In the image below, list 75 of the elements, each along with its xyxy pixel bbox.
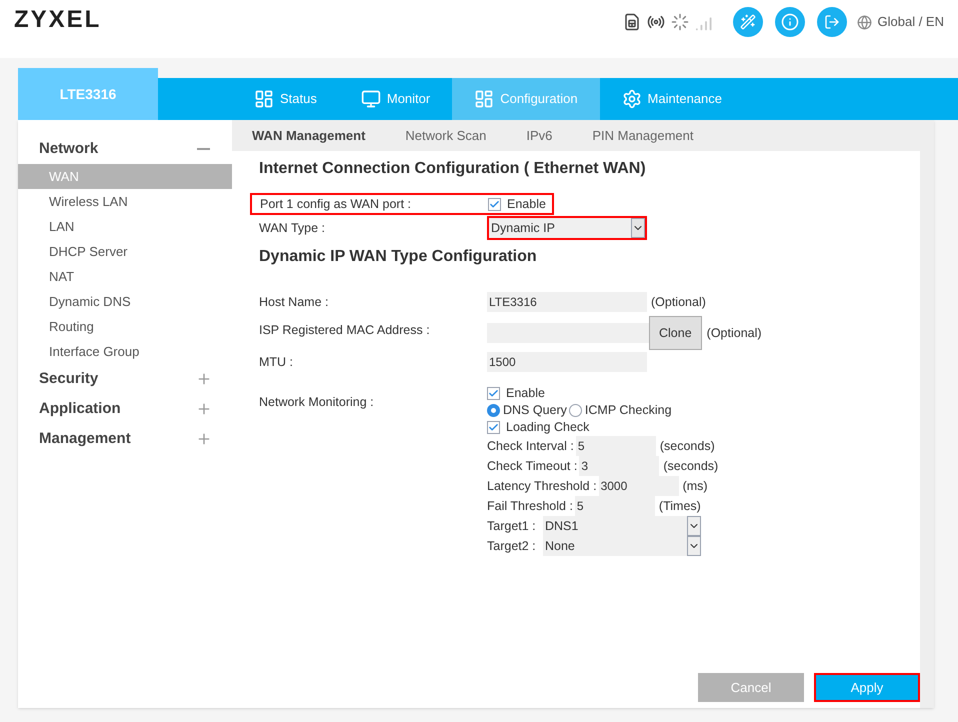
text-field[interactable]: 5 [576, 436, 656, 456]
optional-note: (Optional) [651, 294, 706, 311]
logo: ZYXEL [14, 5, 102, 35]
expand-icon [196, 431, 212, 447]
sidebar-item[interactable]: Routing [18, 314, 232, 339]
section-title: Internet Connection Configuration ( Ethernet WAN) [259, 159, 647, 179]
wizard-button[interactable] [732, 7, 763, 37]
field-label: Check Interval : [487, 438, 574, 455]
signal-tower-icon [646, 13, 665, 31]
target-select[interactable]: DNS1 [543, 516, 701, 536]
radio-label: ICMP Checking [584, 402, 672, 420]
logout-icon [824, 14, 840, 30]
checkbox-label: Loading Check [506, 419, 590, 436]
field-label: Target1 : [487, 518, 537, 535]
sidebar-group[interactable]: Security [18, 364, 232, 394]
text-field[interactable]: LTE3316 [487, 292, 647, 312]
info-button[interactable] [774, 7, 805, 37]
magic-wand-icon [740, 14, 756, 30]
field-label: MTU : [259, 354, 294, 371]
section-title: Dynamic IP WAN Type Configuration [259, 247, 538, 267]
radio-button[interactable] [568, 404, 582, 417]
sidebar-group[interactable]: Management [18, 424, 232, 454]
field-label: Target2 : [487, 538, 537, 555]
clone-button[interactable]: Clone [649, 316, 702, 350]
text-field[interactable]: 3000 [598, 476, 679, 496]
info-icon [780, 13, 799, 31]
text-field[interactable]: 5 [574, 496, 655, 516]
field-label: Fail Threshold : [487, 498, 573, 515]
text-field[interactable]: 1500 [487, 352, 647, 372]
sub-tab[interactable]: PIN Management [592, 126, 694, 146]
field-label: WAN Type : [259, 220, 326, 237]
sidebar-item[interactable]: DHCP Server [18, 239, 232, 264]
globe-icon [856, 14, 872, 30]
target-select[interactable]: None [543, 536, 701, 556]
sub-tab[interactable]: Network Scan [405, 126, 486, 146]
checkbox[interactable] [488, 198, 501, 210]
monitor-icon [360, 89, 381, 109]
sidebar-item[interactable]: Wireless LAN [18, 189, 232, 214]
wan-type-select[interactable]: Dynamic IP [487, 216, 647, 240]
logout-button[interactable] [816, 7, 847, 37]
dashboard-icon [254, 89, 274, 109]
dashboard-icon [474, 89, 494, 109]
sidebar-item[interactable]: Dynamic DNS [18, 289, 232, 314]
checkbox-label: Enable [507, 196, 546, 213]
sidebar-group[interactable]: Application [18, 394, 232, 424]
checkbox[interactable] [487, 387, 500, 400]
field-label: Host Name : [259, 294, 330, 311]
field-label: Latency Threshold : [487, 478, 597, 495]
unit-label: (ms) [682, 478, 708, 495]
radio-button[interactable] [487, 404, 500, 417]
sub-tab[interactable]: IPv6 [526, 126, 552, 146]
field-label: ISP Registered MAC Address : [259, 322, 431, 339]
text-field[interactable]: 3 [579, 456, 660, 476]
language-link[interactable]: Global / EN [878, 12, 944, 32]
optional-note: (Optional) [706, 324, 762, 342]
checkbox[interactable] [487, 421, 500, 434]
loading-icon [670, 13, 689, 31]
field-label: Port 1 config as WAN port : [260, 196, 412, 213]
checkbox-label: Enable [506, 385, 545, 402]
expand-icon [196, 401, 212, 417]
radio-label: DNS Query [503, 402, 567, 420]
unit-label: (seconds) [660, 438, 715, 455]
field-label: Network Monitoring : [259, 394, 375, 411]
expand-icon [196, 371, 212, 387]
field-label: Check Timeout : [487, 458, 578, 475]
sidebar-item[interactable]: Interface Group [18, 339, 232, 364]
sub-tab[interactable]: WAN Management [252, 126, 366, 146]
unit-label: (Times) [658, 498, 701, 515]
settings-icon [622, 89, 642, 109]
sidebar-group[interactable]: Network [18, 134, 232, 164]
unit-label: (seconds) [663, 458, 718, 475]
text-field[interactable] [487, 323, 649, 343]
sim-card-icon [622, 13, 641, 31]
sidebar-item[interactable]: LAN [18, 214, 232, 239]
sidebar-item[interactable]: NAT [18, 264, 232, 289]
